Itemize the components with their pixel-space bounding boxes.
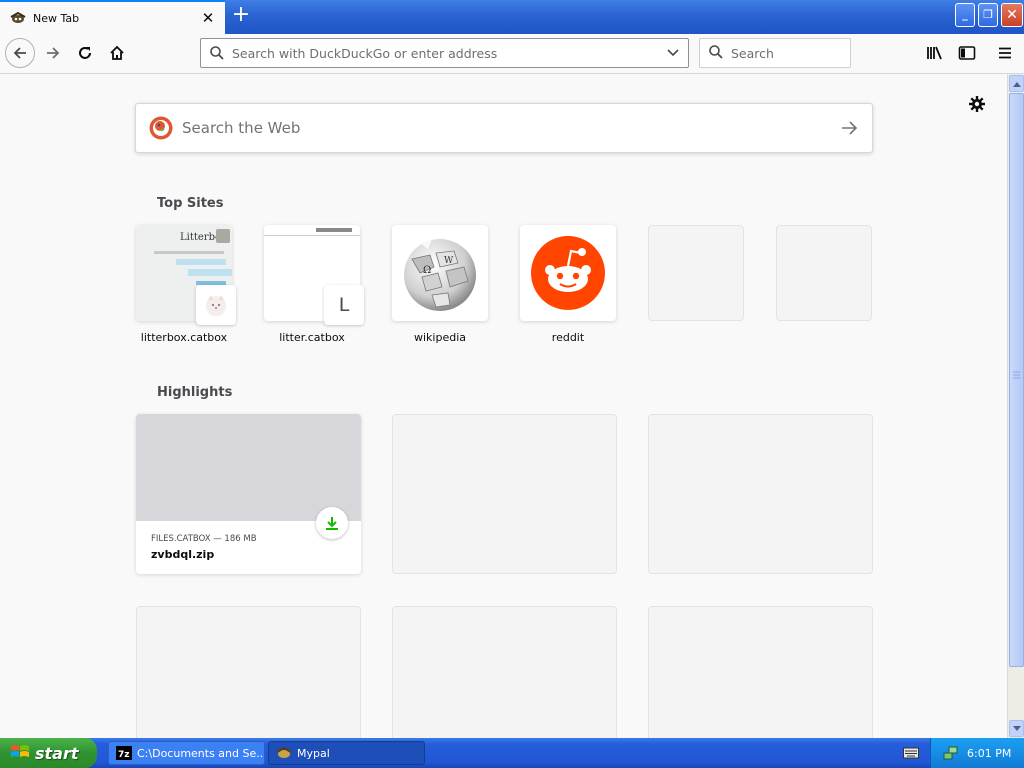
tab-new-tab[interactable]: New Tab ✕ xyxy=(0,0,225,34)
network-icon[interactable] xyxy=(943,745,959,764)
restore-button[interactable]: ❐ xyxy=(978,3,998,27)
highlights-heading: Highlights xyxy=(157,385,233,400)
highlight-title: zvbdql.zip xyxy=(151,548,215,561)
search-input[interactable] xyxy=(731,45,841,61)
highlight-empty-card xyxy=(392,414,617,574)
svg-text:7z: 7z xyxy=(118,750,130,760)
highlight-empty-card xyxy=(136,606,361,738)
top-site-tile-litterbox[interactable]: Litterbox xyxy=(136,225,236,325)
litterbox-favicon-icon xyxy=(196,285,236,325)
reddit-alien-icon xyxy=(531,236,605,310)
back-button[interactable] xyxy=(5,38,35,68)
taskbar-item-label: C:\Documents and Se... xyxy=(137,746,265,760)
mypal-icon xyxy=(276,746,292,760)
system-tray: 6:01 PM xyxy=(930,738,1024,768)
scroll-up-arrow-icon[interactable] xyxy=(1009,75,1024,92)
top-site-empty-tile xyxy=(648,225,744,321)
highlight-empty-card xyxy=(392,606,617,738)
tab-title: New Tab xyxy=(33,11,80,25)
arrow-right-icon[interactable] xyxy=(840,119,858,140)
start-label: start xyxy=(35,743,79,763)
back-arrow-icon xyxy=(13,47,26,59)
scroll-down-arrow-icon[interactable] xyxy=(1009,720,1024,737)
search-icon xyxy=(209,45,225,61)
search-bar[interactable] xyxy=(699,38,851,68)
top-site-label: reddit xyxy=(551,331,585,344)
highlight-empty-card xyxy=(648,414,873,574)
navigation-toolbar xyxy=(0,34,1024,74)
home-icon xyxy=(110,45,124,60)
minimize-button[interactable]: _ xyxy=(955,3,975,27)
window-close-button[interactable]: ✕ xyxy=(1001,3,1023,27)
hamburger-menu-icon xyxy=(999,47,1011,59)
menu-button[interactable] xyxy=(990,39,1020,67)
gear-icon[interactable] xyxy=(966,93,988,115)
letter-l-icon: L xyxy=(324,285,364,325)
taskbar-item-label: Mypal xyxy=(297,746,330,760)
top-site-tile-wikipedia[interactable]: Ω W xyxy=(392,225,488,321)
address-input[interactable] xyxy=(232,45,652,61)
new-tab-page: Top Sites Litterbox litterbox.catbox L xyxy=(0,75,1007,738)
top-site-label: wikipedia xyxy=(413,331,466,344)
svg-text:Ω: Ω xyxy=(423,265,431,276)
highlight-empty-card xyxy=(648,606,873,738)
address-bar[interactable] xyxy=(200,38,689,68)
top-sites-heading: Top Sites xyxy=(157,196,224,211)
top-site-tile-litter[interactable]: L xyxy=(264,225,364,325)
highlight-source: FILES.CATBOX — 186 MB xyxy=(151,534,257,544)
top-site-label: litterbox.catbox xyxy=(140,331,228,344)
top-site-empty-tile xyxy=(776,225,872,321)
web-search-input[interactable] xyxy=(182,119,822,137)
tab-strip: New Tab ✕ + _ ❐ ✕ xyxy=(0,0,1024,34)
wikipedia-globe-icon: Ω W xyxy=(404,239,476,311)
taskbar-item-mypal[interactable]: Mypal xyxy=(268,741,425,765)
windows-logo-icon xyxy=(10,743,30,764)
forward-button[interactable] xyxy=(38,39,68,67)
taskbar: start 7z C:\Documents and Se... Mypal 6:… xyxy=(0,738,1024,768)
forward-arrow-icon xyxy=(47,47,60,59)
reload-button[interactable] xyxy=(70,39,100,67)
home-button[interactable] xyxy=(102,39,132,67)
mypal-icon xyxy=(9,11,27,25)
top-site-label: litter.catbox xyxy=(279,331,345,344)
vertical-scrollbar[interactable] xyxy=(1007,74,1024,738)
sidebar-icon xyxy=(958,46,976,60)
library-button[interactable] xyxy=(920,39,950,67)
scrollbar-thumb[interactable] xyxy=(1009,93,1024,667)
highlight-card[interactable]: FILES.CATBOX — 186 MB zvbdql.zip xyxy=(136,414,361,574)
svg-text:W: W xyxy=(444,256,454,266)
taskbar-item-explorer[interactable]: 7z C:\Documents and Se... xyxy=(108,741,265,765)
search-icon xyxy=(708,44,724,63)
7zip-icon: 7z xyxy=(116,746,132,760)
sidebar-toggle-button[interactable] xyxy=(952,39,982,67)
web-search-box[interactable] xyxy=(135,103,873,153)
download-icon xyxy=(316,507,348,539)
duckduckgo-logo-icon xyxy=(149,116,173,140)
chevron-down-icon[interactable] xyxy=(666,47,680,62)
highlight-thumbnail xyxy=(136,414,361,521)
library-icon xyxy=(927,46,942,60)
clock[interactable]: 6:01 PM xyxy=(967,747,1011,760)
new-tab-button[interactable]: + xyxy=(231,4,251,27)
keyboard-icon[interactable] xyxy=(903,746,919,763)
tab-close-button[interactable]: ✕ xyxy=(197,9,219,27)
top-site-tile-reddit[interactable] xyxy=(520,225,616,321)
reload-icon xyxy=(79,47,91,59)
start-button[interactable]: start xyxy=(0,738,97,768)
